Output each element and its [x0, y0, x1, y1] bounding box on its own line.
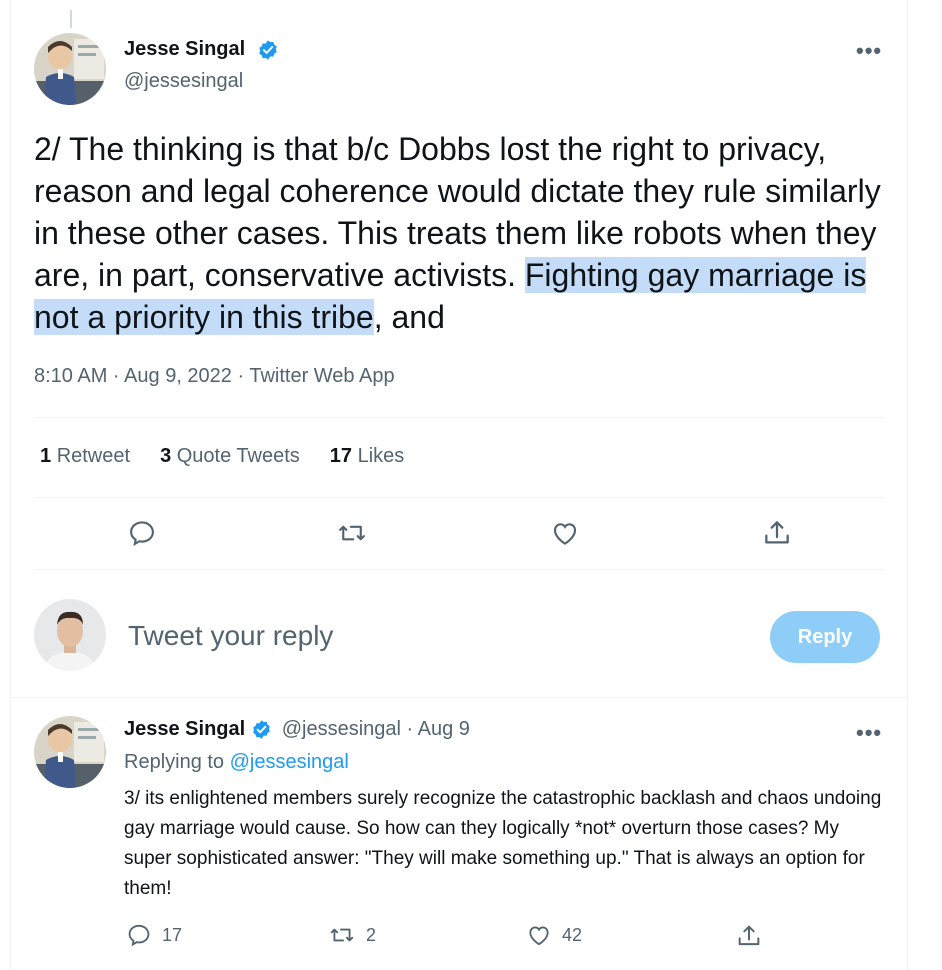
retweets-count: 1: [40, 445, 52, 467]
verified-badge-icon: [253, 720, 270, 739]
retweets-label: Retweet: [56, 445, 131, 467]
verified-badge-icon: [259, 40, 277, 60]
reply-reply-button[interactable]: 17: [126, 922, 182, 948]
replying-to-handle[interactable]: @jessesingal: [230, 751, 349, 773]
like-count: 42: [562, 924, 583, 945]
divider: [10, 697, 908, 698]
replying-to-label: Replying to: [124, 751, 225, 773]
share-icon: [765, 521, 789, 544]
likes-stat[interactable]: 17 Likes: [330, 445, 405, 468]
thread-line: [70, 10, 72, 28]
reply-text: 3/ its enlightened members surely recogn…: [124, 788, 882, 899]
reply-header: Jesse Singal @jessesingal · Aug 9: [124, 718, 470, 741]
reply-retweet-button[interactable]: 2: [328, 922, 376, 948]
like-button[interactable]: [550, 518, 580, 553]
avatar-photo: [34, 599, 106, 671]
reply-share-button[interactable]: [735, 922, 763, 950]
reply-input[interactable]: Tweet your reply: [128, 620, 333, 652]
share-icon: [738, 925, 760, 946]
reply-icon: [130, 521, 154, 546]
retweet-icon: [339, 525, 365, 541]
retweet-icon: [330, 928, 354, 942]
retweet-count: 2: [366, 924, 377, 945]
quotes-stat[interactable]: 3 Quote Tweets: [160, 445, 300, 468]
reply-author-handle-date[interactable]: @jessesingal · Aug 9: [282, 718, 470, 740]
reply-icon: [128, 924, 150, 947]
reply-button[interactable]: [127, 518, 157, 553]
tweet-stats: 1 Retweet 3 Quote Tweets 17 Likes: [40, 445, 404, 468]
tweet-timestamp[interactable]: 8:10 AM · Aug 9, 2022 · Twitter Web App: [34, 365, 395, 388]
like-icon: [529, 926, 549, 946]
reply-more-icon[interactable]: •••: [856, 720, 882, 746]
author-name-row[interactable]: Jesse Singal: [124, 38, 279, 61]
likes-count: 17: [329, 445, 353, 467]
like-icon: [553, 523, 577, 545]
reply-author-name[interactable]: Jesse Singal: [124, 718, 245, 740]
divider: [34, 497, 883, 498]
likes-label: Likes: [357, 445, 405, 467]
tweet-text: 2/ The thinking is that b/c Dobbs lost t…: [34, 128, 884, 338]
divider: [34, 417, 883, 418]
retweet-button[interactable]: [336, 518, 368, 553]
reply-count: 17: [162, 924, 183, 945]
author-handle[interactable]: @jessesingal: [124, 70, 243, 93]
retweets-stat[interactable]: 1 Retweet: [40, 445, 130, 468]
tweet-text-part: , and: [373, 299, 445, 335]
quotes-count: 3: [160, 445, 172, 467]
author-name[interactable]: Jesse Singal: [124, 38, 245, 60]
reply-submit-button[interactable]: Reply: [770, 611, 880, 663]
quotes-label: Quote Tweets: [176, 445, 300, 467]
author-avatar[interactable]: [34, 33, 106, 105]
avatar-illustration: [34, 33, 106, 105]
more-icon[interactable]: •••: [856, 38, 882, 64]
reply-like-button[interactable]: 42: [526, 922, 582, 948]
share-button[interactable]: [761, 517, 793, 554]
current-user-avatar[interactable]: [34, 599, 106, 671]
avatar-illustration: [34, 716, 106, 788]
reply-author-avatar[interactable]: [34, 716, 106, 788]
divider: [34, 569, 883, 570]
replying-to: Replying to @jessesingal: [124, 751, 349, 774]
